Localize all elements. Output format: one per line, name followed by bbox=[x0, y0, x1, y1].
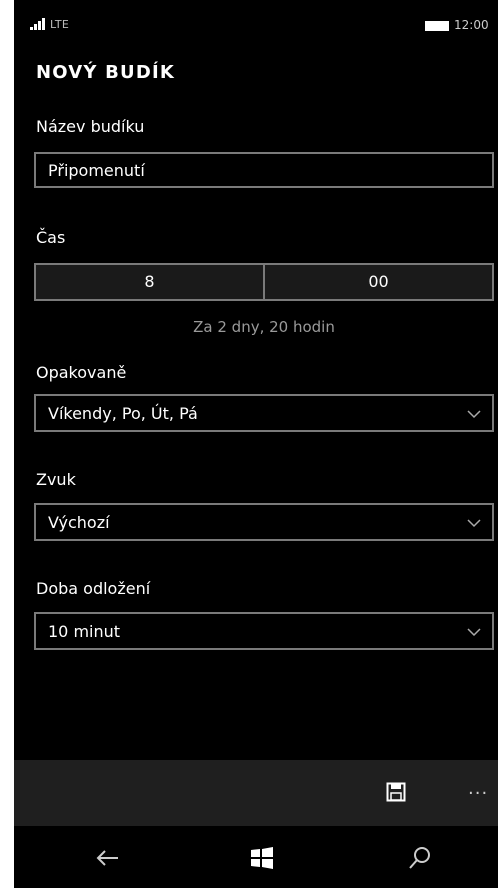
repeat-label: Opakovaně bbox=[36, 363, 127, 382]
chevron-down-icon bbox=[467, 628, 481, 637]
sound-label: Zvuk bbox=[36, 470, 76, 489]
alarm-name-value: Připomenutí bbox=[48, 161, 145, 180]
alarm-name-input[interactable]: Připomenutí bbox=[34, 152, 494, 188]
sound-value: Výchozí bbox=[48, 513, 110, 532]
back-icon[interactable] bbox=[94, 844, 122, 872]
status-bar: LTE 12:00 bbox=[14, 0, 498, 56]
network-type: LTE bbox=[50, 18, 70, 31]
repeat-select[interactable]: Víkendy, Po, Út, Pá bbox=[34, 394, 494, 432]
phone-screen: LTE 12:00 NOVÝ BUDÍK Název budíku Připom… bbox=[14, 0, 498, 888]
navigation-bar bbox=[14, 826, 498, 888]
hour-picker[interactable]: 8 bbox=[36, 265, 263, 299]
minute-picker[interactable]: 00 bbox=[265, 265, 492, 299]
time-remaining-hint: Za 2 dny, 20 hodin bbox=[193, 318, 335, 336]
more-icon[interactable]: ... bbox=[468, 778, 488, 799]
chevron-down-icon bbox=[467, 410, 481, 419]
time-label: Čas bbox=[36, 228, 66, 247]
signal-icon bbox=[30, 18, 45, 30]
save-icon[interactable] bbox=[386, 782, 406, 802]
snooze-label: Doba odložení bbox=[36, 579, 151, 598]
alarm-name-label: Název budíku bbox=[36, 117, 145, 136]
snooze-select[interactable]: 10 minut bbox=[34, 612, 494, 650]
page-title: NOVÝ BUDÍK bbox=[36, 62, 176, 83]
app-bar: ... bbox=[14, 760, 498, 826]
search-icon[interactable] bbox=[406, 844, 434, 872]
repeat-value: Víkendy, Po, Út, Pá bbox=[48, 404, 198, 423]
status-time: 12:00 bbox=[454, 18, 489, 32]
chevron-down-icon bbox=[467, 519, 481, 528]
sound-select[interactable]: Výchozí bbox=[34, 503, 494, 541]
battery-icon bbox=[425, 21, 449, 31]
windows-icon[interactable] bbox=[248, 844, 276, 872]
time-picker[interactable]: 8 00 bbox=[34, 263, 494, 301]
snooze-value: 10 minut bbox=[48, 622, 121, 641]
